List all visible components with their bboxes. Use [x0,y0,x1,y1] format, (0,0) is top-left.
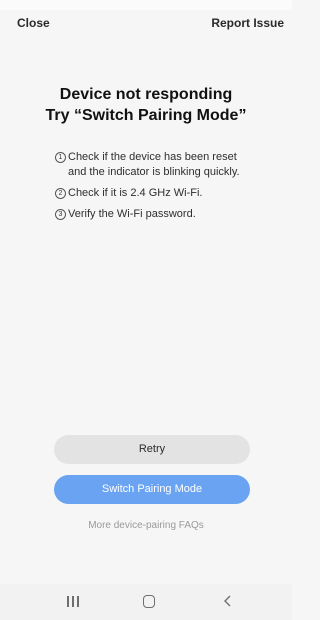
retry-button[interactable]: Retry [54,435,250,464]
home-icon[interactable] [143,595,155,608]
pairing-faq-link[interactable]: More device-pairing FAQs [0,520,292,531]
switch-pairing-mode-button[interactable]: Switch Pairing Mode [54,475,250,504]
step-text: Check if it is 2.4 GHz Wi-Fi. [68,187,203,199]
step-item: 3 Verify the Wi-Fi password. [55,207,245,222]
back-icon[interactable] [222,594,234,608]
step-text: Verify the Wi-Fi password. [68,208,196,220]
step-number-icon: 3 [55,209,66,220]
title-line-1: Device not responding [59,86,233,103]
page-title: Device not responding Try “Switch Pairin… [0,84,292,126]
troubleshooting-steps: 1 Check if the device has been reset and… [55,150,245,228]
title-line-2: Try “Switch Pairing Mode” [45,107,247,124]
status-bar-strip [0,0,292,10]
report-issue-button[interactable]: Report Issue [211,16,284,30]
step-number-icon: 2 [55,188,66,199]
step-item: 2 Check if it is 2.4 GHz Wi-Fi. [55,186,245,201]
recent-apps-icon[interactable] [67,596,79,607]
system-nav-bar [0,584,292,620]
step-item: 1 Check if the device has been reset and… [55,150,245,180]
pairing-failed-screen: Close Report Issue Device not responding… [0,0,292,620]
top-bar: Close Report Issue [0,14,292,38]
step-text: Check if the device has been reset and t… [68,151,240,178]
step-number-icon: 1 [55,152,66,163]
close-button[interactable]: Close [17,16,50,30]
